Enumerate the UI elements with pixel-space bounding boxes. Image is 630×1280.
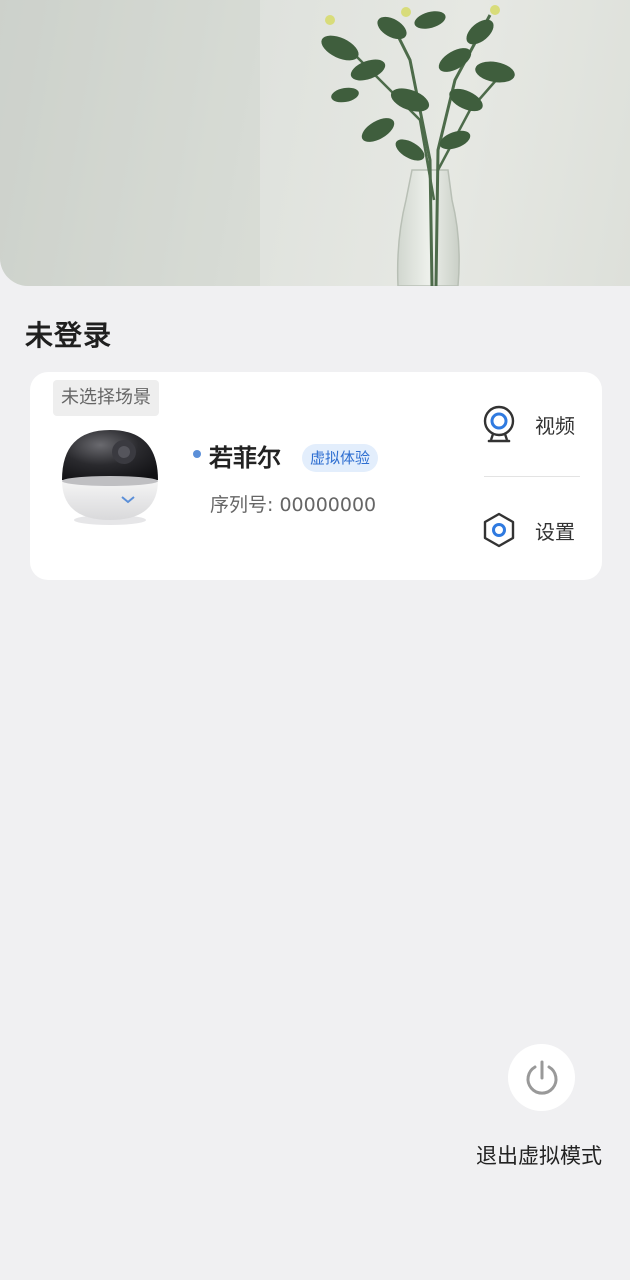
camera-thumbnail-icon xyxy=(62,430,158,525)
settings-button[interactable]: 设置 xyxy=(480,508,590,552)
action-divider xyxy=(484,476,580,477)
settings-hexagon-icon xyxy=(483,512,515,548)
login-status-title[interactable]: 未登录 xyxy=(25,314,112,354)
device-card[interactable]: 未选择场景 若菲尔 虚拟体验 序列号: 00000000 视频 设置 xyxy=(30,372,602,580)
exit-virtual-mode-label[interactable]: 退出虚拟模式 xyxy=(476,1140,602,1170)
settings-label: 设置 xyxy=(535,519,575,544)
scene-tag[interactable]: 未选择场景 xyxy=(53,380,159,416)
exit-virtual-mode-button[interactable] xyxy=(508,1044,575,1111)
app-screen: 未登录 未选择场景 若菲尔 虚拟体验 序列号: 00000000 视频 设置 退… xyxy=(0,0,630,1280)
video-label: 视频 xyxy=(535,413,575,438)
virtual-experience-badge: 虚拟体验 xyxy=(302,444,379,472)
device-name[interactable]: 若菲尔 xyxy=(209,438,281,473)
online-status-dot xyxy=(193,450,201,458)
serial-number: 序列号: 00000000 xyxy=(210,494,377,516)
power-icon xyxy=(526,1060,557,1095)
video-button[interactable]: 视频 xyxy=(480,402,590,446)
hero-banner-image xyxy=(0,0,630,286)
webcam-icon xyxy=(483,405,515,443)
